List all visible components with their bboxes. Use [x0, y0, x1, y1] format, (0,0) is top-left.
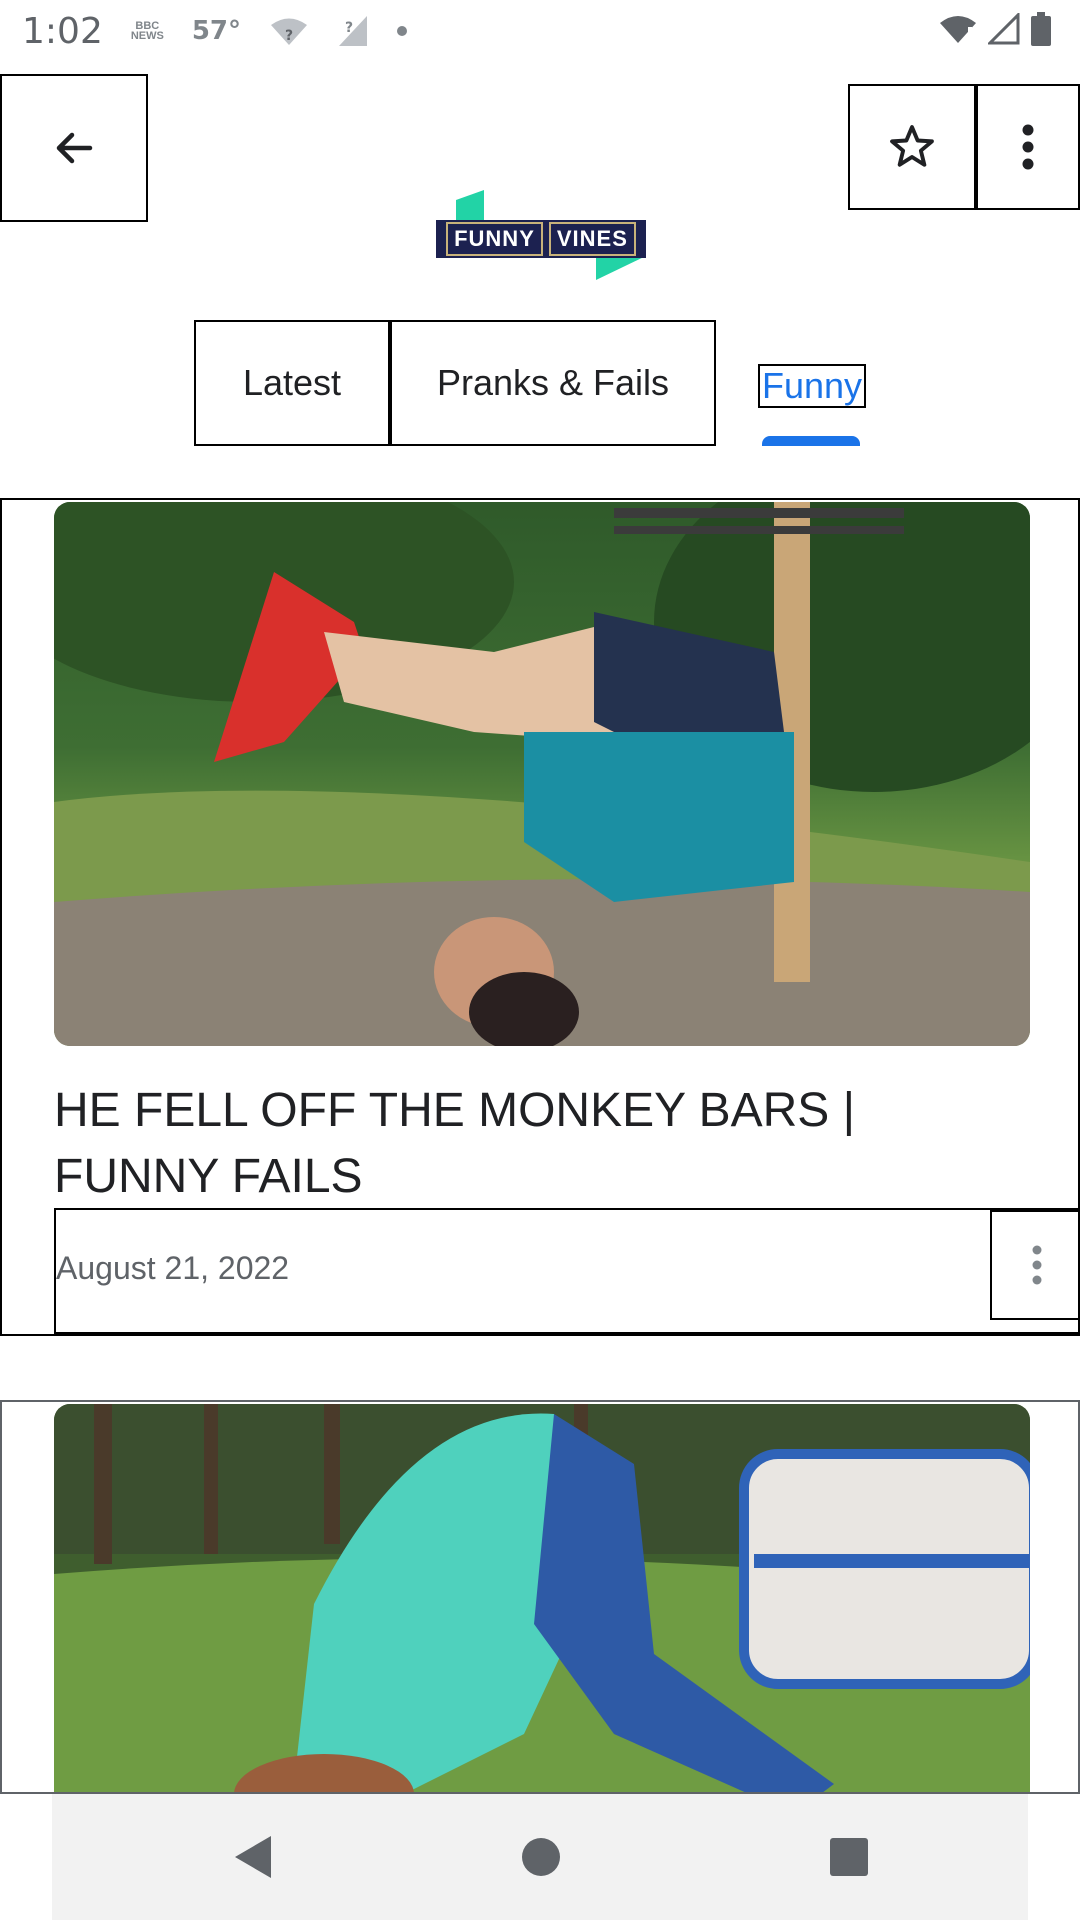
notification-dot-icon — [397, 26, 408, 36]
status-bar: 1:02 BBC NEWS 57° ? ? — [0, 0, 1080, 62]
video-card[interactable]: HE FELL OFF THE MONKEY BARS | FUNNY FAIL… — [0, 498, 1080, 1336]
video-more-options-button[interactable] — [990, 1210, 1078, 1320]
more-options-button[interactable] — [976, 84, 1080, 210]
triangle-back-icon — [235, 1836, 271, 1878]
tab-latest[interactable]: Latest — [194, 320, 390, 446]
nav-home-button[interactable] — [516, 1832, 566, 1882]
svg-text:?: ? — [285, 28, 293, 44]
more-vert-icon — [1032, 1245, 1042, 1285]
video-meta-row: August 21, 2022 — [54, 1208, 1078, 1334]
video-thumbnail — [54, 502, 1030, 1046]
system-navigation-bar — [0, 1794, 1080, 1920]
logo-word-vines: VINES — [548, 222, 636, 256]
funny-vines-logo: FUNNY VINES — [436, 190, 646, 282]
logo-wordmark: FUNNY VINES — [436, 220, 646, 258]
video-thumbnail — [54, 1404, 1030, 1792]
square-recents-icon — [830, 1838, 868, 1876]
video-date: August 21, 2022 — [56, 1250, 290, 1286]
logo-word-funny: FUNNY — [446, 222, 543, 256]
weather-temperature: 57° — [191, 16, 242, 46]
more-vert-icon — [1022, 124, 1034, 170]
video-title: HE FELL OFF THE MONKEY BARS | FUNNY FAIL… — [54, 1084, 856, 1203]
wifi-question-icon: ? — [271, 18, 308, 45]
status-time: 1:02 — [22, 10, 103, 52]
signal-question-icon: ? — [339, 16, 368, 46]
falling-on-grass-photo — [54, 1404, 1030, 1792]
star-outline-icon — [890, 125, 934, 167]
video-card[interactable] — [0, 1400, 1080, 1794]
arrow-left-icon — [56, 132, 93, 164]
back-button[interactable] — [0, 74, 148, 222]
favorite-button[interactable] — [848, 84, 976, 210]
monkey-bars-photo — [54, 502, 1030, 1046]
circle-home-icon — [522, 1838, 560, 1876]
tab-pranks-and-fails[interactable]: Pranks & Fails — [390, 320, 716, 446]
cell-signal-icon — [988, 13, 1020, 45]
selected-tab-indicator — [762, 436, 860, 446]
tab-funny[interactable]: Funny — [758, 364, 866, 408]
battery-icon — [1031, 12, 1051, 46]
nav-recents-button[interactable] — [824, 1832, 874, 1882]
nav-back-button[interactable] — [228, 1832, 278, 1882]
news-notification-icon: BBC NEWS — [130, 20, 164, 42]
wifi-alert-icon — [940, 16, 976, 43]
svg-text:?: ? — [345, 20, 353, 36]
